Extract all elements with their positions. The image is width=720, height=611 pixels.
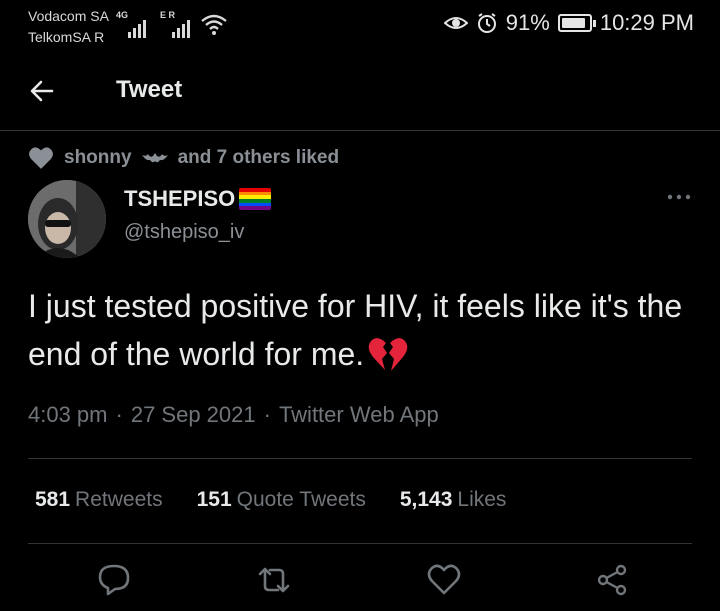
bat-emoji-icon — [141, 153, 168, 163]
likes-label: Likes — [457, 488, 507, 511]
clock: 10:29 PM — [599, 10, 694, 35]
action-bar — [0, 562, 720, 602]
separator: · — [115, 402, 123, 427]
avatar[interactable] — [28, 180, 106, 258]
more-options-icon[interactable] — [666, 192, 692, 202]
tweet-date: 27 Sep 2021 — [130, 402, 256, 427]
signal-4g-icon: 4G — [116, 10, 150, 38]
liked-by-user: shonny — [64, 147, 132, 168]
author-handle[interactable]: @tshepiso_iv — [124, 221, 244, 244]
quotes-count: 151 — [196, 488, 232, 511]
avatar-photo — [28, 180, 106, 258]
social-context[interactable]: shonny and 7 others liked — [28, 146, 339, 170]
retweet-icon[interactable] — [256, 562, 292, 598]
share-icon[interactable] — [594, 562, 630, 598]
divider — [28, 543, 692, 544]
heart-filled-icon — [29, 147, 53, 169]
tweet-body: I just tested positive for HIV, it feels… — [28, 282, 708, 378]
liked-text: and 7 others liked — [177, 147, 340, 168]
carrier-primary: Vodacom SA — [28, 8, 109, 24]
battery-icon — [557, 14, 596, 32]
like-icon[interactable] — [426, 562, 462, 598]
eye-icon — [443, 17, 468, 29]
rainbow-flag-icon — [239, 188, 272, 210]
retweets-label: Retweets — [75, 488, 163, 511]
page-title: Tweet — [116, 76, 183, 103]
tweet-meta: 4:03 pm · 27 Sep 2021 · Twitter Web App — [28, 402, 439, 428]
separator: · — [263, 402, 271, 427]
status-bar: Vodacom SA TelkomSA R 4G E R 91% 10:29 P… — [0, 0, 720, 50]
tweet-time: 4:03 pm — [28, 402, 108, 427]
battery-percent: 91% — [505, 10, 550, 35]
carrier-secondary: TelkomSA R — [28, 29, 105, 45]
arrow-left-icon[interactable] — [28, 76, 58, 106]
alarm-icon — [477, 13, 496, 33]
wifi-icon — [201, 14, 227, 35]
quotes-label: Quote Tweets — [236, 488, 366, 511]
quote-tweets-stat[interactable]: 151 Quote Tweets — [197, 488, 366, 512]
status-right: 91% 10:29 PM — [443, 10, 694, 36]
author-name[interactable]: TSHEPISO — [124, 186, 272, 212]
display-name: TSHEPISO — [124, 186, 236, 211]
divider — [28, 458, 692, 459]
broken-heart-emoji-icon — [368, 338, 408, 371]
top-app-bar: Tweet — [0, 58, 720, 131]
tweet-text: I just tested positive for HIV, it feels… — [28, 288, 683, 372]
engagement-stats: 581 Retweets 151 Quote Tweets 5,143 Likes — [35, 488, 506, 512]
likes-stat[interactable]: 5,143 Likes — [400, 488, 507, 512]
retweets-stat[interactable]: 581 Retweets — [35, 488, 163, 512]
tweet-source[interactable]: Twitter Web App — [279, 402, 439, 427]
reply-icon[interactable] — [96, 562, 132, 598]
signal-e-icon: E R — [160, 10, 194, 38]
retweets-count: 581 — [35, 488, 71, 511]
likes-count: 5,143 — [399, 488, 453, 511]
